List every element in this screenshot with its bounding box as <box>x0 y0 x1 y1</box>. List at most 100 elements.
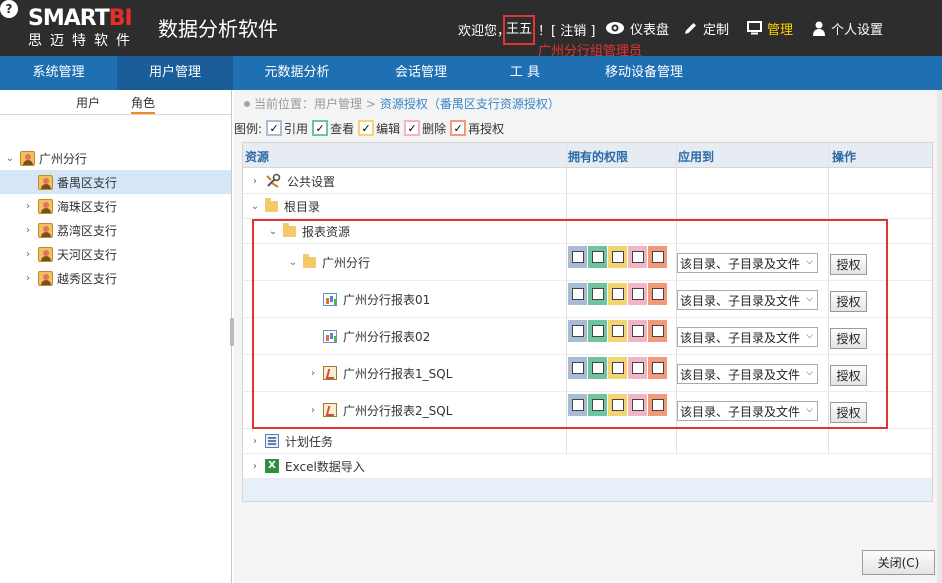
username: 王五 <box>503 15 535 45</box>
dashboard-button[interactable]: 仪表盘 <box>605 18 669 38</box>
legend: 图例: ✓ 引用 ✓ 查看 ✓ 编辑 ✓ 删除 ✓ 再授权 <box>234 120 508 136</box>
nav-user-management[interactable]: 用户管理 <box>117 56 233 90</box>
tree-node-label: 番禺区支行 <box>57 175 118 190</box>
nav-tools[interactable]: 工 具 <box>481 56 569 90</box>
manage-label: 管理 <box>767 22 794 38</box>
header-apply-to: 应用到 <box>678 150 715 164</box>
sidebar: 用户 角色 ⌄ 广州分行 番禺区支行 › 海珠区支行 › 荔湾区支行 › 天河区… <box>0 90 232 583</box>
role-user-icon <box>38 198 53 214</box>
dashboard-label: 仪表盘 <box>630 22 670 38</box>
row-label: 计划任务 <box>285 434 334 449</box>
settings-tools-icon <box>265 173 281 189</box>
app-header: SMARTBI 思迈特软件 数据分析软件 欢迎您， 王五 ！[ 注销 ] 广州分… <box>0 0 942 59</box>
check-icon: ✓ <box>312 120 329 136</box>
nav-session-management[interactable]: 会话管理 <box>361 56 481 90</box>
bullet-icon <box>244 100 250 107</box>
eye-icon <box>606 22 624 34</box>
check-icon: ✓ <box>450 120 467 136</box>
nav-mobile-device-management[interactable]: 移动设备管理 <box>569 56 719 90</box>
logo-text-smart: SMART <box>28 6 110 31</box>
nav-metadata-analysis[interactable]: 元数据分析 <box>233 56 361 90</box>
row-label: 根目录 <box>284 199 321 214</box>
legend-text: 编辑 <box>376 121 401 136</box>
help-icon[interactable]: ? <box>0 0 18 18</box>
grid-row-scheduled-tasks[interactable]: › 计划任务 <box>243 429 932 454</box>
tree-node-label: 荔湾区支行 <box>57 223 118 238</box>
header-action: 操作 <box>832 150 857 164</box>
main-nav: 系统管理 用户管理 元数据分析 会话管理 工 具 移动设备管理 <box>0 56 942 90</box>
tree-node-panyu[interactable]: 番禺区支行 <box>0 170 231 194</box>
grid-row-public-settings[interactable]: › 公共设置 <box>243 169 932 194</box>
schedule-icon <box>265 434 279 448</box>
logout-link[interactable]: ！[ 注销 ] <box>538 20 595 39</box>
chevron-right-icon[interactable]: › <box>249 176 261 187</box>
legend-item-edit: ✓ 编辑 <box>358 120 400 137</box>
tab-roles[interactable]: 角色 <box>131 94 156 114</box>
grid-row-excel-import[interactable]: › X Excel数据导入 <box>243 454 932 479</box>
manage-button[interactable]: 管理 <box>747 18 793 38</box>
tree-node-yuexiu[interactable]: › 越秀区支行 <box>0 266 231 290</box>
chevron-down-icon[interactable]: ⌄ <box>4 153 16 164</box>
excel-icon: X <box>265 459 279 473</box>
app-title: 数据分析软件 <box>158 17 278 41</box>
chevron-right-icon[interactable]: › <box>249 461 261 472</box>
logo: SMARTBI 思迈特软件 <box>28 8 146 50</box>
scrollbar[interactable] <box>937 90 942 583</box>
logo-text-bi: BI <box>108 6 133 31</box>
custom-button[interactable]: 定制 <box>683 18 729 38</box>
tree-node-label: 越秀区支行 <box>57 271 118 286</box>
highlight-annotation-box <box>252 219 888 429</box>
role-user-icon <box>20 150 35 166</box>
check-icon: ✓ <box>266 120 283 136</box>
role-user-icon <box>38 246 53 262</box>
tree-node-liwan[interactable]: › 荔湾区支行 <box>0 218 231 242</box>
tab-users[interactable]: 用户 <box>76 94 100 111</box>
tree-node-haizhu[interactable]: › 海珠区支行 <box>0 194 231 218</box>
breadcrumb-current: 资源授权（番禺区支行资源授权） <box>379 97 560 111</box>
breadcrumb-prefix: 当前位置：用户管理 > <box>254 97 376 111</box>
chevron-right-icon[interactable]: › <box>22 225 34 236</box>
tree-node-label: 广州分行 <box>39 151 88 166</box>
role-user-icon <box>38 222 53 238</box>
legend-text: 删除 <box>422 121 447 136</box>
chevron-right-icon[interactable]: › <box>22 273 34 284</box>
close-button[interactable]: 关闭(C) <box>862 550 935 575</box>
personal-settings-button[interactable]: 个人设置 <box>812 18 883 38</box>
grid-row-root-dir[interactable]: ⌄ 根目录 <box>243 194 932 219</box>
legend-item-view: ✓ 查看 <box>312 120 354 137</box>
monitor-icon <box>747 21 762 35</box>
role-user-icon <box>38 270 53 286</box>
header-resource: 资源 <box>245 150 270 164</box>
grid-empty-area <box>243 479 932 501</box>
pencil-icon <box>685 22 696 34</box>
chevron-down-icon[interactable]: ⌄ <box>249 201 261 212</box>
tree-node-label: 天河区支行 <box>57 247 118 262</box>
sidebar-tabs: 用户 角色 <box>0 90 231 115</box>
user-icon <box>813 21 825 36</box>
row-label: Excel数据导入 <box>285 459 365 474</box>
row-label: 公共设置 <box>287 174 336 189</box>
legend-item-delete: ✓ 删除 <box>404 120 446 137</box>
legend-item-reference: ✓ 引用 <box>266 120 308 137</box>
check-icon: ✓ <box>358 120 375 136</box>
legend-label: 图例: <box>234 121 263 136</box>
role-user-icon <box>38 174 53 190</box>
tree-node-label: 海珠区支行 <box>57 199 118 214</box>
legend-text: 查看 <box>330 121 355 136</box>
tree-node-guangzhou-branch[interactable]: ⌄ 广州分行 <box>0 146 231 170</box>
custom-label: 定制 <box>703 22 730 38</box>
personal-settings-label: 个人设置 <box>831 22 884 38</box>
legend-text: 再授权 <box>468 121 505 136</box>
header-permission: 拥有的权限 <box>568 150 629 164</box>
logo-subtitle: 思迈特软件 <box>28 33 138 49</box>
nav-system-management[interactable]: 系统管理 <box>0 56 117 90</box>
tree-node-tianhe[interactable]: › 天河区支行 <box>0 242 231 266</box>
check-icon: ✓ <box>404 120 421 136</box>
chevron-right-icon[interactable]: › <box>249 436 261 447</box>
legend-text: 引用 <box>284 121 309 136</box>
breadcrumb: 当前位置：用户管理 > 资源授权（番禺区支行资源授权） <box>244 95 560 112</box>
chevron-right-icon[interactable]: › <box>22 249 34 260</box>
folder-icon <box>265 197 278 212</box>
chevron-right-icon[interactable]: › <box>22 201 34 212</box>
legend-item-regrant: ✓ 再授权 <box>450 120 504 137</box>
